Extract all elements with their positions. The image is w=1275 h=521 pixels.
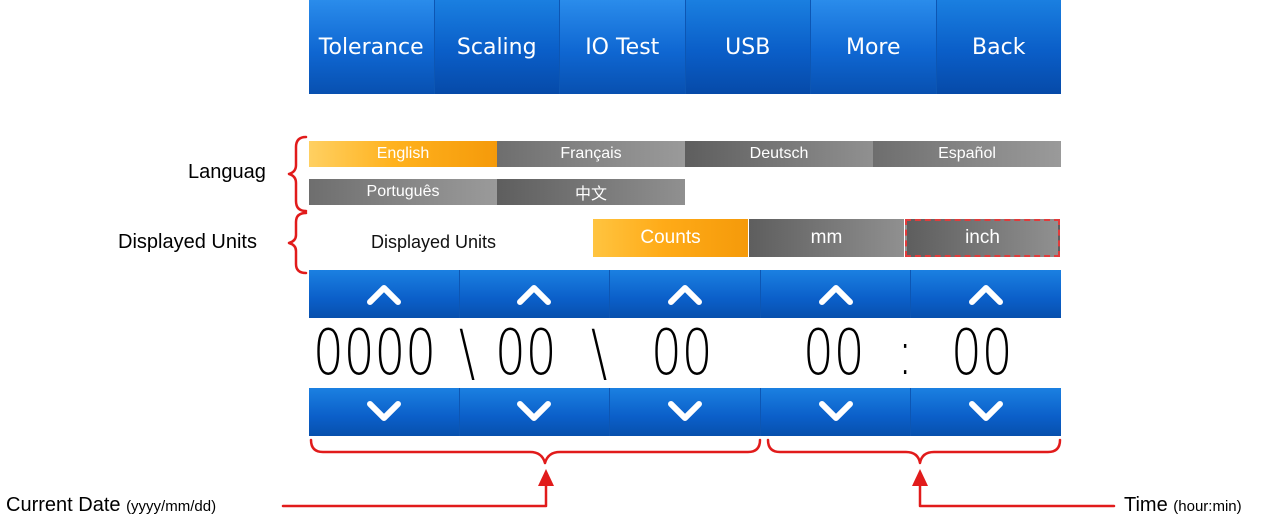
unit-mm-button[interactable]: mm xyxy=(749,219,904,257)
time-annotation-main: Time xyxy=(1124,494,1168,516)
date-separator-1: \ xyxy=(459,316,476,389)
time-colon: : xyxy=(897,316,914,389)
language-francais-button[interactable]: Français xyxy=(497,141,685,167)
time-pointer-arrowhead xyxy=(912,469,928,486)
chevron-up-icon xyxy=(366,285,401,305)
month-up-button[interactable] xyxy=(459,270,611,318)
language-chinese-button[interactable]: 中文 xyxy=(497,179,685,205)
year-up-button[interactable] xyxy=(309,270,460,318)
units-brace xyxy=(287,211,308,275)
decrement-row xyxy=(309,388,1061,436)
datetime-display: 0000 \ 00 \ 00 00 : 00 xyxy=(309,318,1061,390)
nav-tolerance-button[interactable]: Tolerance xyxy=(309,0,435,94)
language-row-1: English Français Deutsch Español xyxy=(309,141,1061,167)
unit-inch-button[interactable]: inch xyxy=(905,219,1060,257)
time-pointer-line xyxy=(918,483,1116,508)
chevron-down-icon xyxy=(366,401,401,421)
nav-more-button[interactable]: More xyxy=(811,0,937,94)
chevron-up-icon xyxy=(969,285,1004,305)
language-espanol-button[interactable]: Español xyxy=(873,141,1061,167)
chevron-down-icon xyxy=(517,401,552,421)
minute-value: 00 xyxy=(951,316,1013,389)
top-nav: Tolerance Scaling IO Test USB More Back xyxy=(309,0,1061,94)
time-annotation-format: (hour:min) xyxy=(1173,498,1242,515)
unit-counts-button[interactable]: Counts xyxy=(593,219,748,257)
nav-usb-button[interactable]: USB xyxy=(685,0,811,94)
language-brace xyxy=(287,135,308,213)
increment-row xyxy=(309,270,1061,318)
day-up-button[interactable] xyxy=(610,270,761,318)
nav-io-test-button[interactable]: IO Test xyxy=(560,0,686,94)
time-annotation: Time (hour:min) xyxy=(1124,494,1242,517)
year-value: 0000 xyxy=(313,316,437,389)
day-down-button[interactable] xyxy=(610,388,761,436)
hour-up-button[interactable] xyxy=(760,270,912,318)
date-annotation-main: Current Date xyxy=(6,494,121,516)
minute-up-button[interactable] xyxy=(911,270,1061,318)
nav-scaling-button[interactable]: Scaling xyxy=(434,0,560,94)
month-down-button[interactable] xyxy=(459,388,611,436)
language-annotation: Languag xyxy=(188,161,266,183)
time-brace xyxy=(766,438,1062,465)
chevron-down-icon xyxy=(818,401,853,421)
chevron-up-icon xyxy=(667,285,702,305)
displayed-units-label: Displayed Units xyxy=(371,232,497,252)
year-down-button[interactable] xyxy=(309,388,460,436)
language-portugues-button[interactable]: Português xyxy=(309,179,497,205)
chevron-down-icon xyxy=(667,401,702,421)
date-separator-2: \ xyxy=(591,316,608,389)
day-value: 00 xyxy=(651,316,713,389)
minute-down-button[interactable] xyxy=(911,388,1061,436)
chevron-down-icon xyxy=(969,401,1004,421)
date-annotation-format: (yyyy/mm/dd) xyxy=(126,498,217,515)
language-row-2: Português 中文 xyxy=(309,179,685,205)
date-pointer-arrowhead xyxy=(538,469,554,486)
nav-back-button[interactable]: Back xyxy=(936,0,1061,94)
chevron-up-icon xyxy=(818,285,853,305)
units-annotation: Displayed Units xyxy=(118,231,257,253)
date-annotation: Current Date (yyyy/mm/dd) xyxy=(6,494,216,517)
device-screen: Tolerance Scaling IO Test USB More Back … xyxy=(309,0,1061,436)
hour-down-button[interactable] xyxy=(760,388,912,436)
month-value: 00 xyxy=(495,316,557,389)
chevron-up-icon xyxy=(517,285,552,305)
hour-value: 00 xyxy=(803,316,865,389)
date-pointer-line xyxy=(281,483,548,508)
language-english-button[interactable]: English xyxy=(309,141,497,167)
date-brace xyxy=(309,438,762,465)
language-deutsch-button[interactable]: Deutsch xyxy=(685,141,873,167)
